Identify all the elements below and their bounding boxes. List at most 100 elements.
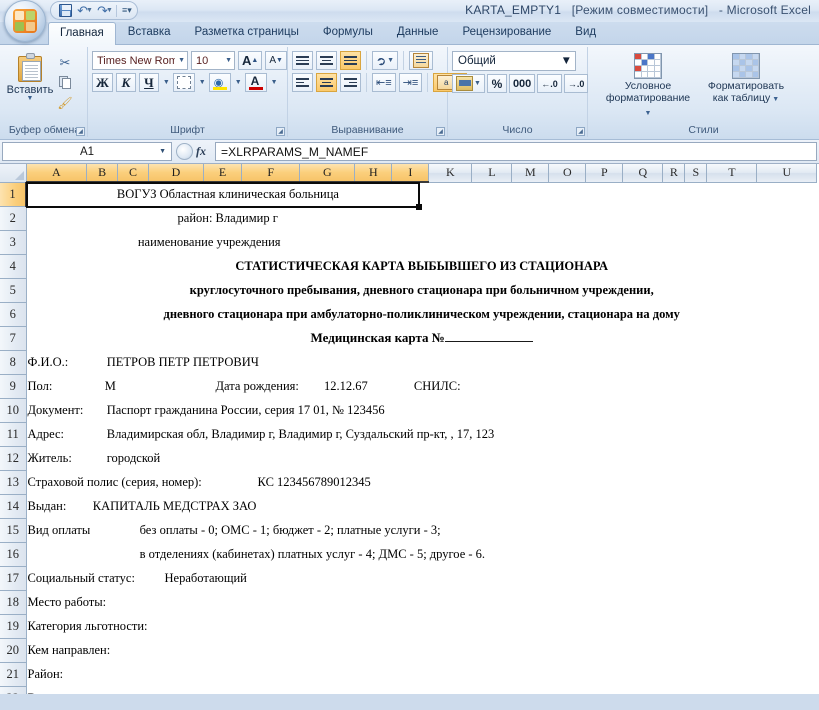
- cell-C20-value[interactable]: [118, 638, 817, 662]
- column-header-S[interactable]: S: [684, 164, 708, 183]
- cancel-formula-button[interactable]: [176, 143, 193, 160]
- row-header-17[interactable]: 17: [0, 566, 27, 591]
- column-header-D[interactable]: D: [148, 164, 205, 183]
- cell-A18-label[interactable]: Место работы:: [26, 590, 118, 614]
- comma-style-button[interactable]: 000: [508, 74, 536, 93]
- column-header-U[interactable]: U: [756, 164, 818, 183]
- shrink-font-button[interactable]: A ▼: [265, 51, 287, 70]
- cell-C16-value[interactable]: в отделениях (кабинетах) платных услуг -…: [118, 542, 817, 566]
- row-header-14[interactable]: 14: [0, 494, 27, 519]
- cell-A7[interactable]: Медицинская карта №: [26, 326, 817, 350]
- align-center-button[interactable]: [316, 73, 337, 92]
- align-right-button[interactable]: [340, 73, 361, 92]
- column-header-A[interactable]: A: [26, 164, 88, 183]
- font-size-dropdown-icon[interactable]: ▼: [222, 57, 232, 64]
- copy-button[interactable]: [56, 74, 74, 91]
- cell-B22-value[interactable]: [87, 686, 817, 694]
- increase-indent-button[interactable]: ⇥≡: [398, 73, 423, 92]
- cell-B8-value[interactable]: ПЕТРОВ ПЕТР ПЕТРОВИЧ: [87, 350, 817, 374]
- cell-B12-value[interactable]: городской: [87, 446, 817, 470]
- row-header-19[interactable]: 19: [0, 614, 27, 639]
- spreadsheet-grid[interactable]: A B C D E F G H I K L M O P Q R S T U 1 …: [0, 164, 819, 694]
- font-name-combo[interactable]: Times New Rom ▼: [92, 51, 188, 70]
- cell-A22-label[interactable]: Врач:: [26, 686, 87, 695]
- cell-A1[interactable]: ВОГУЗ Областная клиническая больница: [26, 182, 429, 206]
- font-name-dropdown-icon[interactable]: ▼: [175, 57, 185, 64]
- row-header-15[interactable]: 15: [0, 518, 27, 543]
- row-header-21[interactable]: 21: [0, 662, 27, 687]
- redo-dropdown-icon[interactable]: ▼: [106, 7, 113, 14]
- cell-A10-label[interactable]: Документ:: [26, 398, 87, 422]
- cell-A21-label[interactable]: Район:: [26, 662, 87, 686]
- bold-button[interactable]: Ж: [92, 73, 113, 92]
- row-header-12[interactable]: 12: [0, 446, 27, 471]
- cell-A13-label[interactable]: Страховой полис (серия, номер):: [26, 470, 242, 494]
- column-header-E[interactable]: E: [203, 164, 243, 183]
- row-header-4[interactable]: 4: [0, 254, 27, 279]
- row-header-2[interactable]: 2: [0, 206, 27, 231]
- tab-formulas[interactable]: Формулы: [311, 21, 385, 44]
- column-header-L[interactable]: L: [471, 164, 513, 183]
- cell-A20-label[interactable]: Кем направлен:: [26, 638, 118, 662]
- underline-dropdown-icon[interactable]: ▼: [162, 79, 170, 86]
- cell-B14-value[interactable]: КАПИТАЛЬ МЕДСТРАХ ЗАО: [87, 494, 817, 518]
- name-box[interactable]: A1 ▼: [2, 142, 172, 161]
- redo-button[interactable]: ↷ ▼: [96, 3, 114, 19]
- cell-A17-label[interactable]: Социальный статус:: [26, 566, 149, 590]
- cell-A16-label[interactable]: [26, 542, 118, 566]
- cell-D19-value[interactable]: [149, 614, 817, 638]
- column-header-B[interactable]: B: [86, 164, 119, 183]
- column-header-C[interactable]: C: [117, 164, 150, 183]
- cell-A5[interactable]: круглосуточного пребывания, дневного ста…: [26, 278, 817, 302]
- row-header-3[interactable]: 3: [0, 230, 27, 255]
- font-color-button[interactable]: A: [244, 73, 267, 92]
- borders-button[interactable]: [172, 73, 195, 92]
- row-header-11[interactable]: 11: [0, 422, 27, 447]
- tab-review[interactable]: Рецензирование: [450, 21, 563, 44]
- decrease-indent-button[interactable]: ⇤≡: [372, 73, 396, 92]
- table-dropdown-icon[interactable]: ▼: [770, 96, 779, 103]
- number-dialog-launcher[interactable]: ◢: [576, 127, 585, 136]
- cell-A14-label[interactable]: Выдан:: [26, 494, 87, 518]
- row-header-7[interactable]: 7: [0, 326, 27, 351]
- cell-A9-label[interactable]: Пол:: [26, 374, 87, 398]
- cell-C18-value[interactable]: [118, 590, 817, 614]
- column-header-G[interactable]: G: [299, 164, 356, 183]
- column-header-H[interactable]: H: [354, 164, 393, 183]
- column-header-K[interactable]: K: [428, 164, 473, 183]
- cell-I9-snils-label[interactable]: СНИЛС:: [392, 374, 472, 398]
- cell-A4[interactable]: СТАТИСТИЧЕСКАЯ КАРТА ВЫБЫВШЕГО ИЗ СТАЦИО…: [26, 254, 817, 278]
- column-header-O[interactable]: O: [548, 164, 587, 183]
- cell-A2[interactable]: район: Владимир г: [26, 206, 429, 230]
- column-header-Q[interactable]: Q: [622, 164, 664, 183]
- column-header-F[interactable]: F: [241, 164, 301, 183]
- cell-G9-birthdate-value[interactable]: 12.12.67: [300, 374, 392, 398]
- tab-data[interactable]: Данные: [385, 21, 451, 44]
- number-format-dropdown-icon[interactable]: ▼: [561, 55, 572, 67]
- column-header-T[interactable]: T: [706, 164, 758, 183]
- cell-B21-value[interactable]: [87, 662, 817, 686]
- name-box-dropdown-icon[interactable]: ▼: [159, 148, 166, 155]
- borders-dropdown-icon[interactable]: ▼: [198, 79, 206, 86]
- alignment-dialog-launcher[interactable]: ◢: [436, 127, 445, 136]
- align-bottom-button[interactable]: [340, 51, 361, 70]
- cell-K2-blank[interactable]: [429, 206, 817, 230]
- customize-qat-button[interactable]: ≡▾: [119, 5, 132, 16]
- row-header-1[interactable]: 1: [0, 182, 27, 207]
- conditional-formatting-button[interactable]: Условное форматирование ▼: [602, 51, 694, 120]
- font-size-combo[interactable]: 10 ▼: [191, 51, 235, 70]
- conditional-dropdown-icon[interactable]: ▼: [645, 110, 652, 117]
- row-header-16[interactable]: 16: [0, 542, 27, 567]
- cell-L9-snils-value[interactable]: [472, 374, 817, 398]
- column-header-P[interactable]: P: [585, 164, 624, 183]
- cell-A8-label[interactable]: Ф.И.О.:: [26, 350, 87, 374]
- align-left-button[interactable]: [292, 73, 313, 92]
- row-header-5[interactable]: 5: [0, 278, 27, 303]
- format-as-table-button[interactable]: Форматировать как таблицу ▼: [700, 51, 792, 106]
- tab-home[interactable]: Главная: [48, 22, 116, 45]
- cell-A6[interactable]: дневного стационара при амбулаторно-поли…: [26, 302, 817, 326]
- cell-A15-label[interactable]: Вид оплаты: [26, 518, 118, 542]
- cut-button[interactable]: ✂: [56, 54, 74, 71]
- cell-A19-label[interactable]: Категория льготности:: [26, 614, 149, 638]
- row-header-18[interactable]: 18: [0, 590, 27, 615]
